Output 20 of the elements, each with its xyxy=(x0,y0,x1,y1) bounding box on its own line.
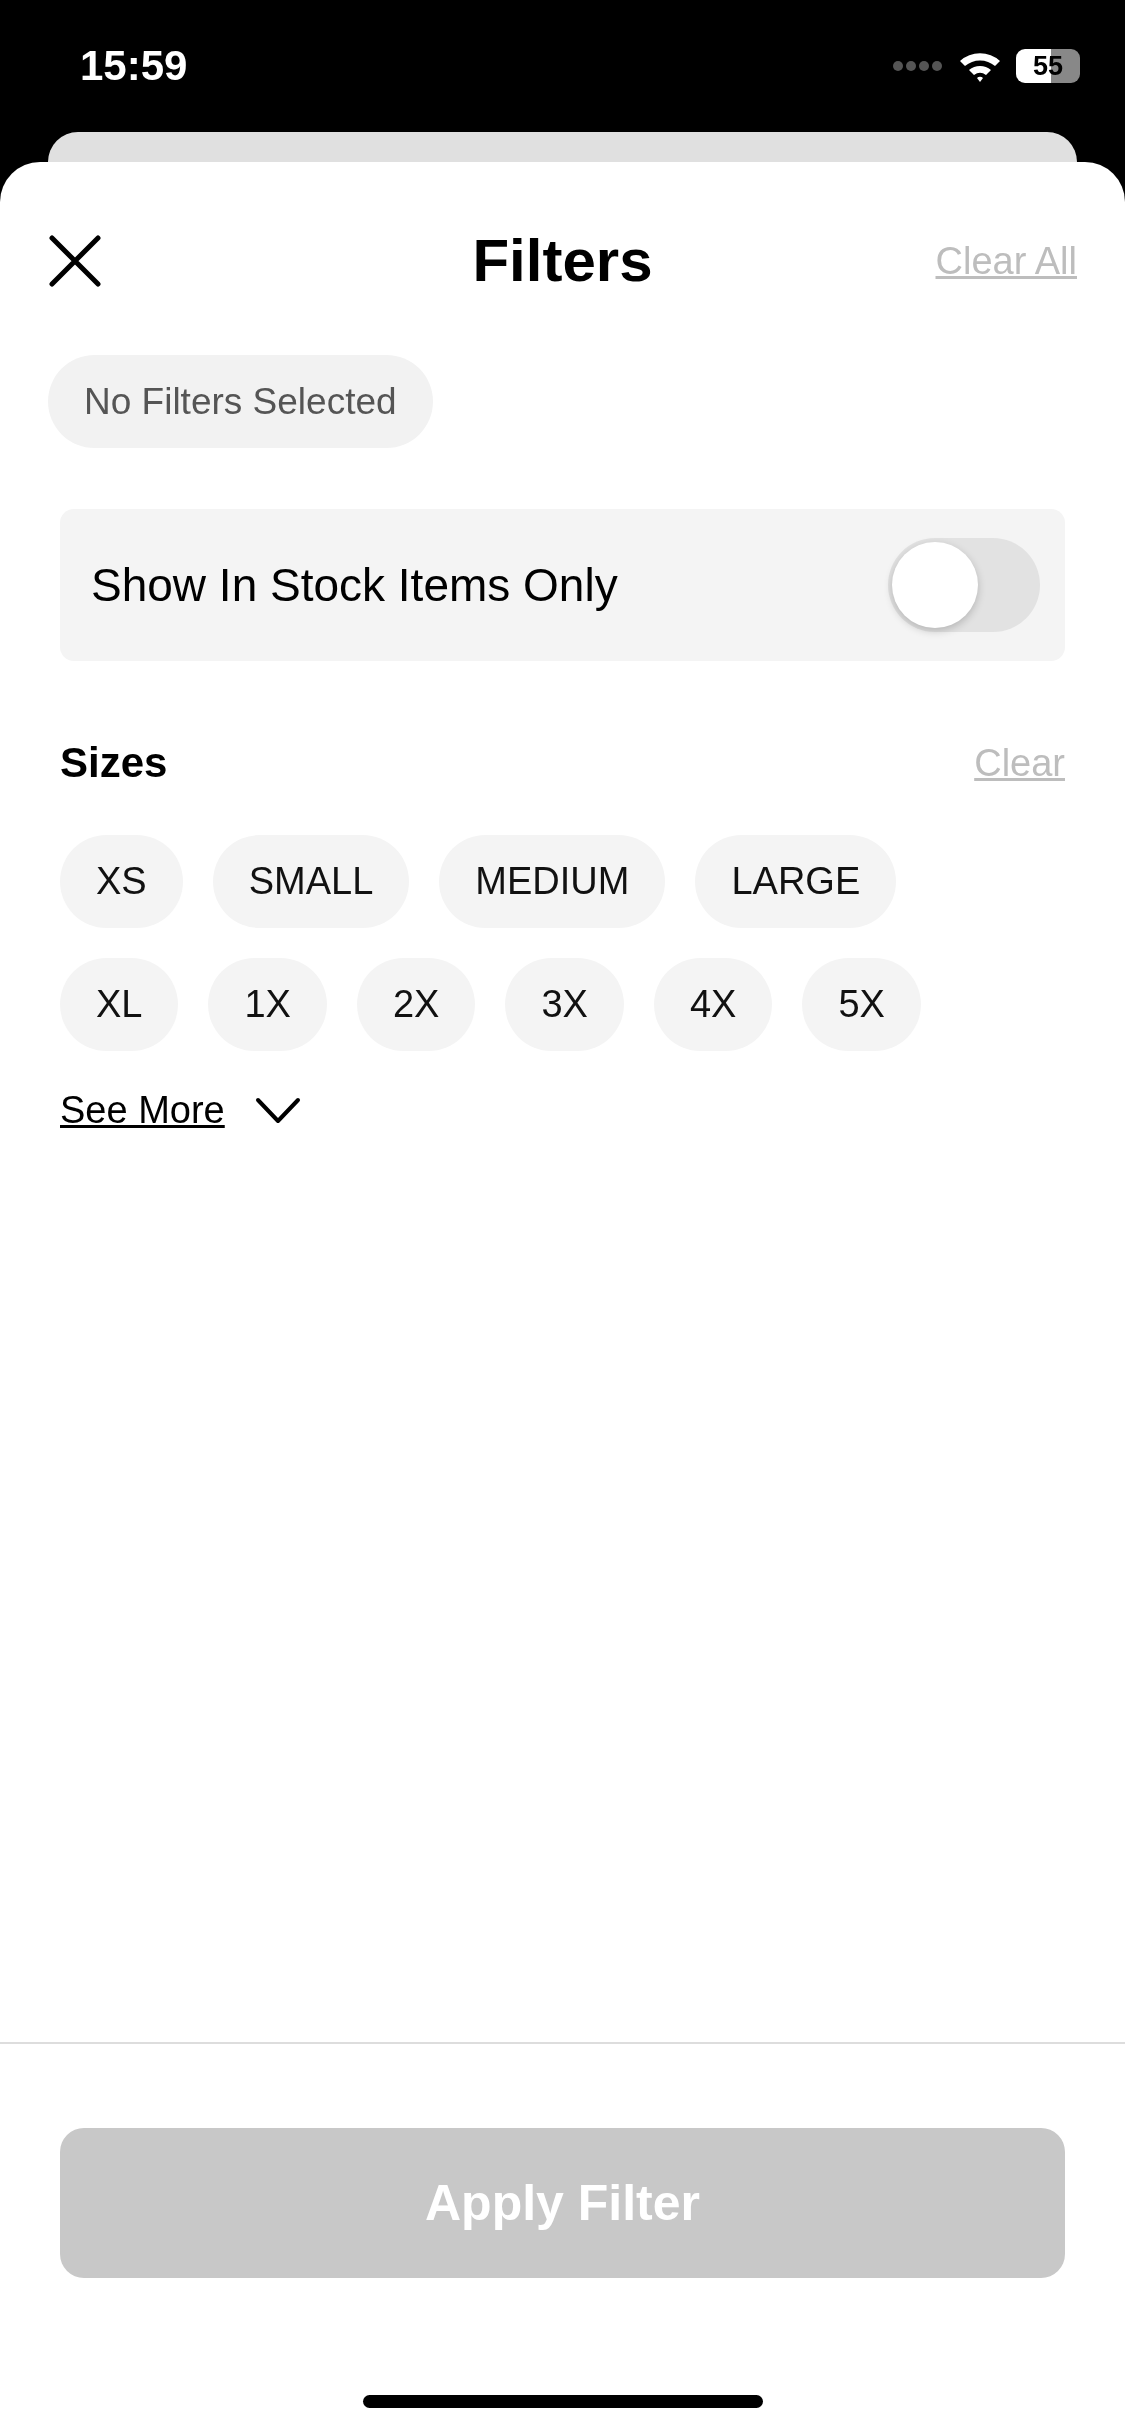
size-chip[interactable]: SMALL xyxy=(212,835,410,928)
size-chip[interactable]: LARGE xyxy=(695,835,897,928)
size-chip[interactable]: 4X xyxy=(653,958,773,1051)
size-chip[interactable]: 2X xyxy=(356,958,476,1051)
chevron-icon[interactable] xyxy=(254,1096,301,1125)
size-chip[interactable]: XL xyxy=(60,958,179,1051)
close-icon[interactable] xyxy=(48,234,102,288)
stock-label: Show In Stock Items Only xyxy=(91,558,618,612)
filter-summary-chip: No Filters Selected xyxy=(48,355,433,448)
see-more-link[interactable]: See More xyxy=(60,1089,225,1132)
size-chip[interactable]: 5X xyxy=(802,958,921,1051)
size-chip[interactable]: 1X xyxy=(208,958,327,1051)
sheet-title: Filters xyxy=(471,228,654,294)
signal-icon xyxy=(892,60,944,72)
battery-level: 55 xyxy=(1032,50,1063,82)
status-time: 15:59 xyxy=(80,42,188,90)
size-chip[interactable]: XS xyxy=(60,835,183,928)
size-chip[interactable]: MEDIUM xyxy=(439,835,666,928)
size-chip[interactable]: 3X xyxy=(505,958,624,1051)
section-title: Sizes xyxy=(60,739,168,787)
